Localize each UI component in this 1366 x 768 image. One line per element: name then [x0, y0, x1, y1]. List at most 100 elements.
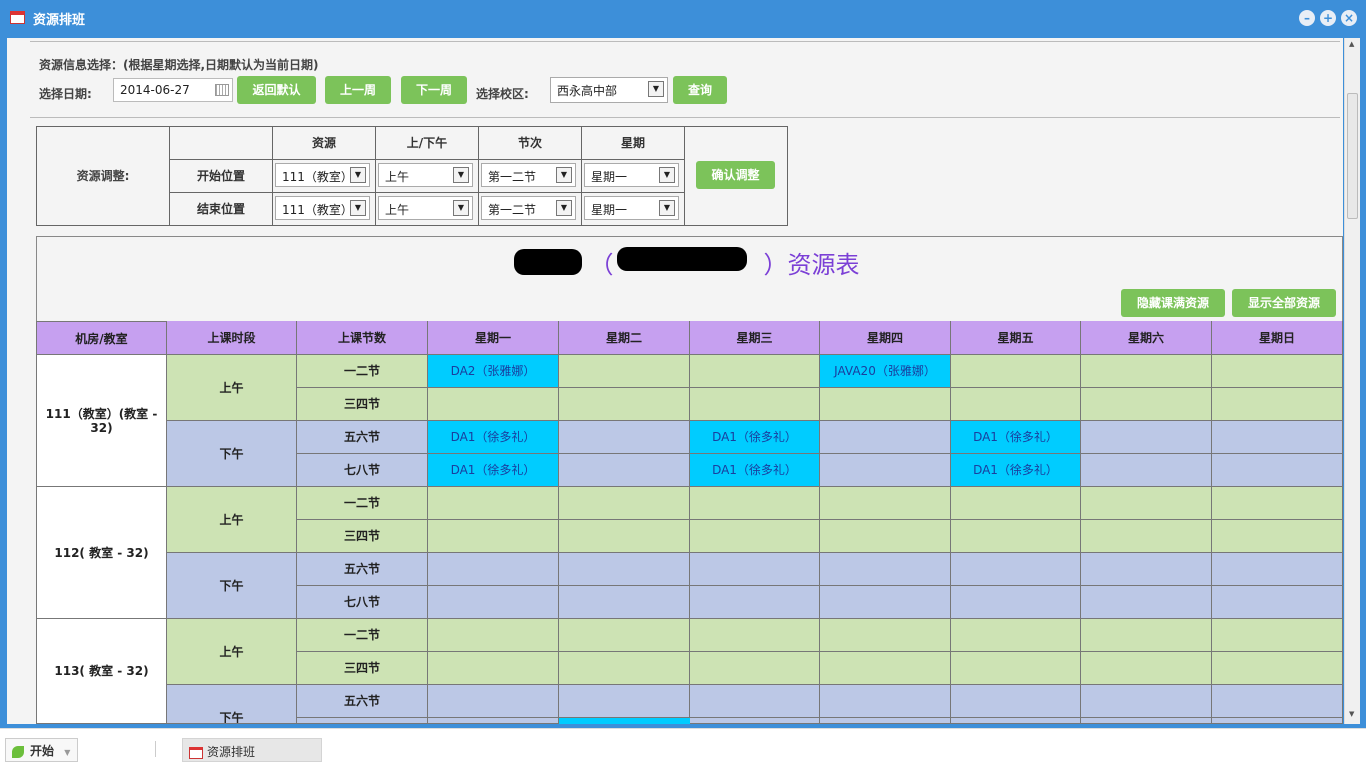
- empty-slot[interactable]: [820, 652, 951, 685]
- next-week-button[interactable]: 下一周: [401, 76, 467, 104]
- hide-full-button[interactable]: 隐藏课满资源: [1121, 289, 1225, 317]
- empty-slot[interactable]: [559, 553, 690, 586]
- campus-select[interactable]: 西永高中部 ▼: [550, 77, 668, 103]
- start-weekday-select[interactable]: 星期一 ▼: [584, 163, 679, 187]
- empty-slot[interactable]: [820, 553, 951, 586]
- empty-slot[interactable]: [820, 388, 951, 421]
- empty-slot[interactable]: [1212, 652, 1343, 685]
- taskbar-item-schedule[interactable]: 资源排班: [182, 738, 322, 762]
- empty-slot[interactable]: [1081, 685, 1212, 718]
- empty-slot[interactable]: [559, 454, 690, 487]
- booked-slot[interactable]: DA1（徐多礼）: [428, 454, 559, 487]
- vertical-scrollbar[interactable]: ▲ ▼: [1344, 38, 1360, 724]
- empty-slot[interactable]: [428, 586, 559, 619]
- start-ampm-select[interactable]: 上午 ▼: [378, 163, 473, 187]
- empty-slot[interactable]: [428, 685, 559, 718]
- reset-default-button[interactable]: 返回默认: [237, 76, 316, 104]
- end-weekday-select[interactable]: 星期一 ▼: [584, 196, 679, 220]
- end-resource-select[interactable]: 111（教室） ▼: [275, 196, 370, 220]
- empty-slot[interactable]: [820, 685, 951, 718]
- empty-slot[interactable]: [951, 355, 1081, 388]
- empty-slot[interactable]: [428, 553, 559, 586]
- empty-slot[interactable]: [1081, 718, 1212, 724]
- scroll-down-icon[interactable]: ▼: [1349, 710, 1354, 718]
- booked-slot[interactable]: DA1（徐多礼）: [951, 454, 1081, 487]
- empty-slot[interactable]: [690, 487, 820, 520]
- empty-slot[interactable]: [428, 520, 559, 553]
- empty-slot[interactable]: [1212, 553, 1343, 586]
- empty-slot[interactable]: [1212, 619, 1343, 652]
- show-all-button[interactable]: 显示全部资源: [1232, 289, 1336, 317]
- empty-slot[interactable]: [820, 718, 951, 724]
- start-period-select[interactable]: 第一二节 ▼: [481, 163, 576, 187]
- empty-slot[interactable]: [428, 652, 559, 685]
- empty-slot[interactable]: [951, 388, 1081, 421]
- empty-slot[interactable]: [559, 520, 690, 553]
- empty-slot[interactable]: [690, 685, 820, 718]
- empty-slot[interactable]: [951, 586, 1081, 619]
- start-resource-select[interactable]: 111（教室） ▼: [275, 163, 370, 187]
- empty-slot[interactable]: [559, 355, 690, 388]
- empty-slot[interactable]: [559, 652, 690, 685]
- empty-slot[interactable]: [951, 487, 1081, 520]
- confirm-adjust-button[interactable]: 确认调整: [696, 161, 775, 189]
- empty-slot[interactable]: [690, 388, 820, 421]
- empty-slot[interactable]: [1212, 520, 1343, 553]
- empty-slot[interactable]: [690, 652, 820, 685]
- empty-slot[interactable]: [428, 619, 559, 652]
- query-button[interactable]: 查询: [673, 76, 727, 104]
- scrollbar-thumb[interactable]: [1347, 93, 1358, 219]
- empty-slot[interactable]: [690, 553, 820, 586]
- empty-slot[interactable]: [690, 718, 820, 724]
- empty-slot[interactable]: [1212, 388, 1343, 421]
- empty-slot[interactable]: [559, 685, 690, 718]
- empty-slot[interactable]: [1212, 685, 1343, 718]
- booked-slot[interactable]: DA1（徐多礼）: [690, 454, 820, 487]
- empty-slot[interactable]: [1081, 553, 1212, 586]
- end-period-select[interactable]: 第一二节 ▼: [481, 196, 576, 220]
- empty-slot[interactable]: [1081, 520, 1212, 553]
- empty-slot[interactable]: [690, 520, 820, 553]
- empty-slot[interactable]: [820, 619, 951, 652]
- booked-slot[interactable]: DA2（张雅娜）: [428, 355, 559, 388]
- empty-slot[interactable]: [1081, 388, 1212, 421]
- empty-slot[interactable]: [951, 718, 1081, 724]
- empty-slot[interactable]: [559, 619, 690, 652]
- empty-slot[interactable]: [1081, 619, 1212, 652]
- booked-slot[interactable]: [559, 718, 690, 724]
- empty-slot[interactable]: [1081, 454, 1212, 487]
- empty-slot[interactable]: [1212, 718, 1343, 724]
- empty-slot[interactable]: [559, 388, 690, 421]
- empty-slot[interactable]: [559, 421, 690, 454]
- empty-slot[interactable]: [559, 487, 690, 520]
- start-button[interactable]: 开始 ▼: [5, 738, 78, 762]
- empty-slot[interactable]: [690, 619, 820, 652]
- empty-slot[interactable]: [820, 454, 951, 487]
- empty-slot[interactable]: [820, 421, 951, 454]
- empty-slot[interactable]: [951, 553, 1081, 586]
- empty-slot[interactable]: [1081, 586, 1212, 619]
- empty-slot[interactable]: [559, 586, 690, 619]
- empty-slot[interactable]: [1081, 421, 1212, 454]
- empty-slot[interactable]: [1081, 355, 1212, 388]
- minimize-icon[interactable]: –: [1299, 10, 1315, 26]
- empty-slot[interactable]: [820, 520, 951, 553]
- maximize-icon[interactable]: +: [1320, 10, 1336, 26]
- empty-slot[interactable]: [820, 586, 951, 619]
- booked-slot[interactable]: DA1（徐多礼）: [951, 421, 1081, 454]
- empty-slot[interactable]: [1212, 586, 1343, 619]
- empty-slot[interactable]: [951, 520, 1081, 553]
- empty-slot[interactable]: [428, 487, 559, 520]
- end-ampm-select[interactable]: 上午 ▼: [378, 196, 473, 220]
- booked-slot[interactable]: DA1（徐多礼）: [690, 421, 820, 454]
- empty-slot[interactable]: [951, 685, 1081, 718]
- empty-slot[interactable]: [428, 718, 559, 724]
- empty-slot[interactable]: [1212, 454, 1343, 487]
- empty-slot[interactable]: [951, 619, 1081, 652]
- empty-slot[interactable]: [1212, 487, 1343, 520]
- empty-slot[interactable]: [1081, 487, 1212, 520]
- empty-slot[interactable]: [690, 355, 820, 388]
- booked-slot[interactable]: JAVA20（张雅娜）: [820, 355, 951, 388]
- empty-slot[interactable]: [951, 652, 1081, 685]
- calendar-picker-icon[interactable]: [215, 84, 229, 96]
